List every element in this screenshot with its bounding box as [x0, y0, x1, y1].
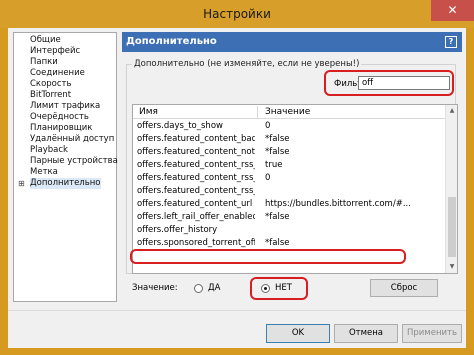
scrollbar-thumb[interactable]: [448, 197, 456, 257]
sidebar-item-general[interactable]: Общие: [30, 35, 61, 46]
table-row[interactable]: offers.featured_content_rss_enabled true: [133, 159, 445, 172]
selected-row-highlight-box: [130, 249, 406, 264]
sidebar-item-interface[interactable]: Интерфейс: [30, 46, 80, 57]
column-separator[interactable]: [257, 106, 258, 118]
dialog-client-area: Общие Интерфейс Папки Соединение Скорост…: [8, 28, 466, 348]
ok-button[interactable]: OK: [266, 324, 330, 343]
setting-name: offers.featured_content_url: [137, 199, 253, 209]
radio-yes[interactable]: [194, 284, 203, 293]
settings-window: Настройки ✕ Общие Интерфейс Папки Соедин…: [0, 0, 474, 355]
group-caption: Дополнительно (не изменяйте, если не уве…: [132, 59, 362, 69]
sidebar-item-speed[interactable]: Скорость: [30, 79, 72, 90]
sidebar-item-paired-devices[interactable]: Парные устройства: [30, 156, 118, 167]
setting-name: offers.offer_history: [137, 225, 218, 235]
scroll-up-arrow-icon[interactable]: ▲: [446, 105, 458, 117]
table-row-selected[interactable]: offers.left_rail_offer_enabled *false: [133, 211, 445, 224]
table-row[interactable]: offers.days_to_show 0: [133, 120, 445, 133]
setting-name: offers.left_rail_offer_enabled: [137, 212, 255, 222]
setting-name: offers.featured_content_notifications_en…: [137, 147, 255, 157]
setting-name: offers.featured_content_rss_update_inter…: [137, 173, 255, 183]
setting-value: *false: [265, 147, 290, 157]
setting-value: 0: [265, 173, 271, 183]
radio-yes-label[interactable]: ДА: [208, 283, 220, 293]
settings-category-tree[interactable]: Общие Интерфейс Папки Соединение Скорост…: [13, 32, 118, 302]
table-row[interactable]: offers.featured_content_notifications_en…: [133, 146, 445, 159]
value-label: Значение:: [132, 283, 178, 293]
setting-value: true: [265, 160, 283, 170]
setting-name: offers.featured_content_badge_enabled: [137, 134, 255, 144]
table-row[interactable]: offers.featured_content_url https://bundl…: [133, 198, 445, 211]
table-header: Имя Значение: [133, 105, 445, 119]
title-bar[interactable]: Настройки ✕: [0, 0, 474, 28]
sidebar-item-scheduler[interactable]: Планировщик: [30, 123, 92, 134]
sidebar-item-label[interactable]: Метка: [30, 167, 58, 178]
sidebar-item-playback[interactable]: Playback: [30, 145, 68, 156]
scroll-down-arrow-icon[interactable]: ▼: [446, 261, 458, 273]
setting-name: offers.featured_content_rss_enabled: [137, 160, 255, 170]
setting-value: *false: [265, 134, 290, 144]
sidebar-item-traffic-limit[interactable]: Лимит трафика: [30, 101, 100, 112]
setting-value: https://bundles.bittorrent.com/#...: [265, 199, 411, 209]
cancel-button[interactable]: Отмена: [334, 324, 398, 343]
sidebar-item-folders[interactable]: Папки: [30, 57, 58, 68]
sidebar-item-remote-access[interactable]: Удалённый доступ: [30, 134, 114, 145]
table-row[interactable]: offers.featured_content_rss_update_inter…: [133, 172, 445, 185]
sidebar-item-advanced[interactable]: Дополнительно: [30, 178, 101, 189]
sidebar-item-bittorrent[interactable]: BitTorrent: [30, 90, 71, 101]
table-row[interactable]: offers.featured_content_badge_enabled *fa…: [133, 133, 445, 146]
setting-name: offers.days_to_show: [137, 121, 223, 131]
setting-name: offers.featured_content_rss_url: [137, 186, 255, 196]
window-title: Настройки: [203, 7, 271, 21]
sidebar-item-connection[interactable]: Соединение: [30, 68, 85, 79]
setting-value: 0: [265, 121, 271, 131]
column-header-value[interactable]: Значение: [265, 107, 310, 117]
close-button[interactable]: ✕: [431, 0, 474, 21]
advanced-settings-panel: Дополнительно ? Дополнительно (не изменя…: [122, 32, 462, 302]
vertical-scrollbar[interactable]: ▲ ▼: [445, 105, 457, 273]
panel-header: Дополнительно ?: [122, 32, 462, 52]
filter-highlight-box: [324, 70, 454, 96]
help-icon[interactable]: ?: [445, 36, 457, 48]
tree-expand-icon[interactable]: ⊞: [18, 178, 25, 189]
reset-button[interactable]: Сброс: [370, 279, 438, 297]
setting-value: *false: [265, 212, 290, 222]
table-row[interactable]: offers.featured_content_rss_url: [133, 185, 445, 198]
footer-divider: [8, 310, 466, 311]
apply-button[interactable]: Применить: [402, 324, 462, 343]
sidebar-item-queueing[interactable]: Очерёдность: [30, 112, 89, 123]
panel-title: Дополнительно: [126, 36, 217, 47]
column-header-name[interactable]: Имя: [139, 107, 158, 117]
table-row[interactable]: offers.offer_history: [133, 224, 445, 237]
radio-highlight-box: [250, 277, 308, 300]
